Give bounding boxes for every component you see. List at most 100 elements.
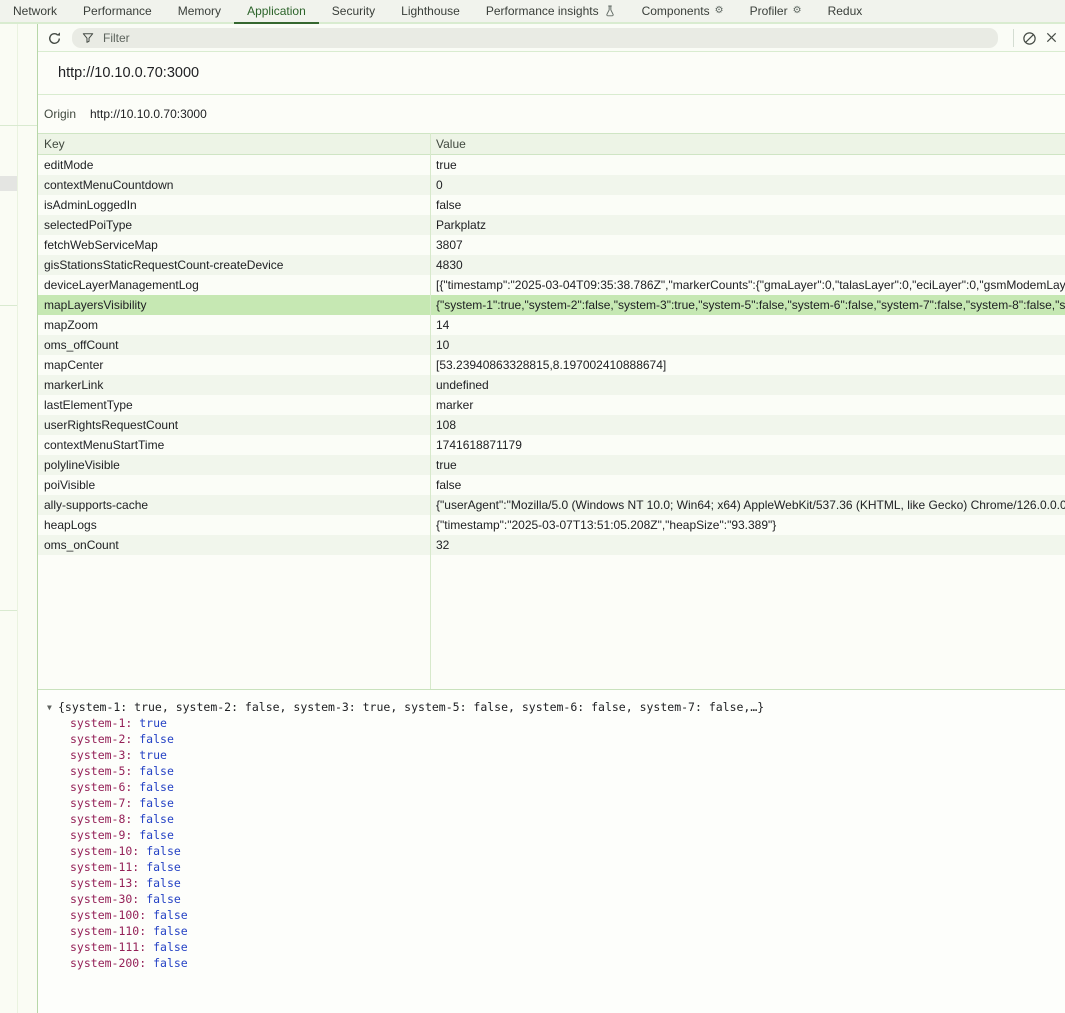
tab-performance[interactable]: Performance — [70, 0, 165, 24]
row-value: undefined — [430, 375, 1065, 395]
object-summary-text: {system-1: true, system-2: false, system… — [58, 700, 764, 714]
tab-network[interactable]: Network — [0, 0, 70, 24]
object-property[interactable]: system-5: false — [38, 763, 1065, 779]
table-row[interactable]: userRightsRequestCount108 — [38, 415, 1065, 435]
row-value: Parkplatz — [430, 215, 1065, 235]
devtools-tab-bar: Network Performance Memory ApplicationSecur… — [0, 0, 1065, 24]
object-property[interactable]: system-200: false — [38, 955, 1065, 971]
table-row[interactable]: mapLayersVisibility{"system-1":true,"sys… — [38, 295, 1065, 315]
table-row[interactable]: lastElementTypemarker — [38, 395, 1065, 415]
object-property[interactable]: system-30: false — [38, 891, 1065, 907]
origin-label: Origin — [44, 95, 76, 133]
tab-label: Memory — [178, 4, 221, 18]
property-value: false — [153, 908, 188, 922]
close-icon — [1045, 31, 1058, 44]
row-value: 4830 — [430, 255, 1065, 275]
column-resize-divider[interactable] — [430, 133, 431, 689]
refresh-icon — [47, 31, 62, 46]
row-key: editMode — [38, 155, 430, 175]
table-row[interactable]: contextMenuStartTime1741618871179 — [38, 435, 1065, 455]
object-property[interactable]: system-11: false — [38, 859, 1065, 875]
object-property[interactable]: system-1: true — [38, 715, 1065, 731]
row-key: mapLayersVisibility — [38, 295, 430, 315]
tab-application[interactable]: Application — [234, 0, 319, 24]
object-property[interactable]: system-100: false — [38, 907, 1065, 923]
table-row[interactable]: poiVisiblefalse — [38, 475, 1065, 495]
property-name: system-10: — [70, 844, 139, 858]
property-value: false — [139, 764, 174, 778]
local-storage-panel: http://10.10.0.70:3000 Origin http://10.… — [38, 52, 1065, 1013]
toolbar-separator — [1013, 29, 1014, 47]
tab-label: Profiler — [750, 4, 788, 18]
tab-label: Performance — [83, 4, 152, 18]
row-value: true — [430, 455, 1065, 475]
object-property[interactable]: system-111: false — [38, 939, 1065, 955]
property-name: system-7: — [70, 796, 132, 810]
table-row[interactable]: editModetrue — [38, 155, 1065, 175]
property-value: false — [139, 796, 174, 810]
object-property[interactable]: system-13: false — [38, 875, 1065, 891]
filter-input[interactable] — [101, 30, 988, 46]
object-property-list: system-1: truesystem-2: falsesystem-3: t… — [38, 715, 1065, 971]
object-property[interactable]: system-2: false — [38, 731, 1065, 747]
tab-label: Lighthouse — [401, 4, 460, 18]
table-row[interactable]: markerLinkundefined — [38, 375, 1065, 395]
property-value: false — [139, 828, 174, 842]
tab-security[interactable]: Security — [319, 0, 388, 24]
filter-field[interactable] — [72, 28, 998, 48]
property-name: system-3: — [70, 748, 132, 762]
table-row[interactable]: oms_offCount10 — [38, 335, 1065, 355]
table-row[interactable]: mapZoom14 — [38, 315, 1065, 335]
row-key: mapZoom — [38, 315, 430, 335]
table-row[interactable]: gisStationsStaticRequestCount-createDevi… — [38, 255, 1065, 275]
object-property[interactable]: system-8: false — [38, 811, 1065, 827]
origin-value: http://10.10.0.70:3000 — [90, 95, 207, 133]
table-row[interactable]: polylineVisibletrue — [38, 455, 1065, 475]
column-header-value: Value — [430, 134, 1065, 154]
row-key: heapLogs — [38, 515, 430, 535]
tab-memory[interactable]: Memory — [165, 0, 234, 24]
tab-profiler[interactable]: Profiler⚙ — [737, 0, 815, 24]
property-name: system-110: — [70, 924, 146, 938]
object-preview-summary[interactable]: ▼{system-1: true, system-2: false, syste… — [38, 699, 1065, 715]
object-property[interactable]: system-110: false — [38, 923, 1065, 939]
close-button[interactable] — [1042, 28, 1060, 46]
object-property[interactable]: system-3: true — [38, 747, 1065, 763]
sidebar-inner-divider — [17, 24, 18, 1013]
table-row[interactable]: deviceLayerManagementLog[{"timestamp":"2… — [38, 275, 1065, 295]
expander-triangle-icon[interactable]: ▼ — [47, 700, 58, 716]
row-value: false — [430, 475, 1065, 495]
table-row[interactable]: ally-supports-cache{"userAgent":"Mozilla… — [38, 495, 1065, 515]
row-key: contextMenuCountdown — [38, 175, 430, 195]
row-value: marker — [430, 395, 1065, 415]
row-key: mapCenter — [38, 355, 430, 375]
property-name: system-1: — [70, 716, 132, 730]
tab-components[interactable]: Components ⚙ — [629, 0, 737, 24]
row-key: userRightsRequestCount — [38, 415, 430, 435]
refresh-button[interactable] — [45, 29, 63, 47]
table-row[interactable]: selectedPoiTypeParkplatz — [38, 215, 1065, 235]
table-row[interactable]: contextMenuCountdown0 — [38, 175, 1065, 195]
object-property[interactable]: system-6: false — [38, 779, 1065, 795]
origin-row: Origin http://10.10.0.70:3000 — [38, 95, 1065, 133]
gear-icon: ⚙ — [715, 6, 724, 16]
table-row[interactable]: heapLogs{"timestamp":"2025-03-07T13:51:0… — [38, 515, 1065, 535]
tab-redux[interactable]: Redux — [815, 0, 876, 24]
row-value: [53.23940863328815,8.197002410888674] — [430, 355, 1065, 375]
object-property[interactable]: system-7: false — [38, 795, 1065, 811]
tab-label: Components — [642, 4, 710, 18]
tab-performance-insights[interactable]: Performance insights — [473, 0, 629, 24]
table-row[interactable]: mapCenter[53.23940863328815,8.1970024108… — [38, 355, 1065, 375]
object-property[interactable]: system-10: false — [38, 843, 1065, 859]
row-value: [{"timestamp":"2025-03-04T09:35:38.786Z"… — [430, 275, 1065, 295]
clear-storage-button[interactable] — [1020, 29, 1038, 47]
tab-lighthouse[interactable]: Lighthouse — [388, 0, 473, 24]
property-name: system-100: — [70, 908, 146, 922]
table-row[interactable]: oms_onCount32 — [38, 535, 1065, 555]
row-value: 0 — [430, 175, 1065, 195]
table-row[interactable]: isAdminLoggedInfalse — [38, 195, 1065, 215]
table-row[interactable]: fetchWebServiceMap3807 — [38, 235, 1065, 255]
property-value: true — [139, 748, 167, 762]
object-property[interactable]: system-9: false — [38, 827, 1065, 843]
sidebar-selected-item[interactable] — [0, 176, 17, 191]
